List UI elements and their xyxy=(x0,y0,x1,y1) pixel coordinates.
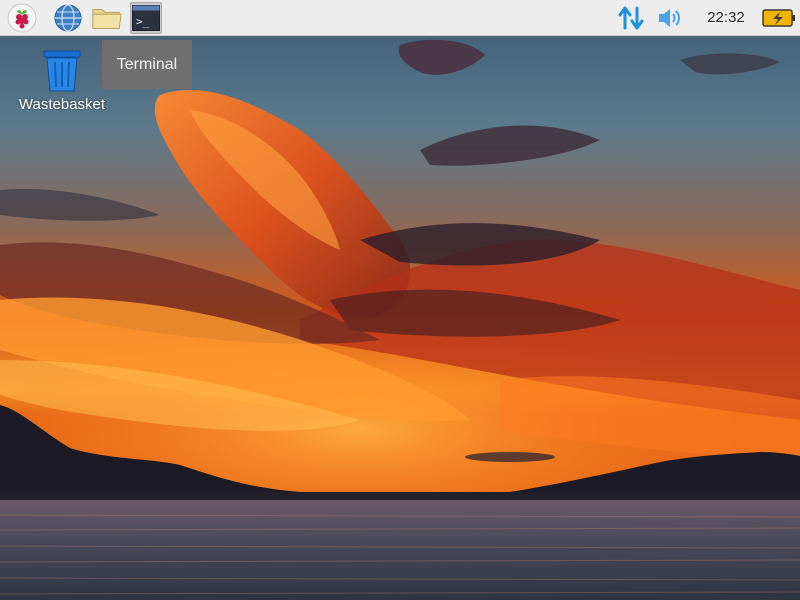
clock[interactable]: 22:32 xyxy=(700,0,752,36)
raspberry-pi-icon xyxy=(7,3,37,33)
terminal-launcher[interactable]: >_ xyxy=(130,2,162,34)
terminal-icon: >_ xyxy=(132,5,160,31)
top-panel: >_ 22:32 xyxy=(0,0,800,36)
trash-bin-icon xyxy=(43,50,81,92)
file-manager-launcher[interactable] xyxy=(91,2,123,34)
globe-icon xyxy=(54,4,82,32)
folder-icon xyxy=(92,9,122,29)
desktop-screen: >_ 22:32 Terminal Wastebasket xyxy=(0,0,800,600)
web-browser-launcher[interactable] xyxy=(52,2,84,34)
network-updown-arrows-icon[interactable] xyxy=(617,4,645,32)
desktop-icon-label: Wastebasket xyxy=(18,96,106,113)
speaker-volume-icon[interactable] xyxy=(656,5,684,31)
menu-button[interactable] xyxy=(6,2,38,34)
desktop-wallpaper xyxy=(0,0,800,600)
desktop-icon-wastebasket[interactable]: Wastebasket xyxy=(10,48,114,122)
terminal-tooltip: Terminal xyxy=(102,40,192,89)
battery-charging-icon[interactable] xyxy=(762,7,796,29)
svg-text:>_: >_ xyxy=(136,15,150,28)
